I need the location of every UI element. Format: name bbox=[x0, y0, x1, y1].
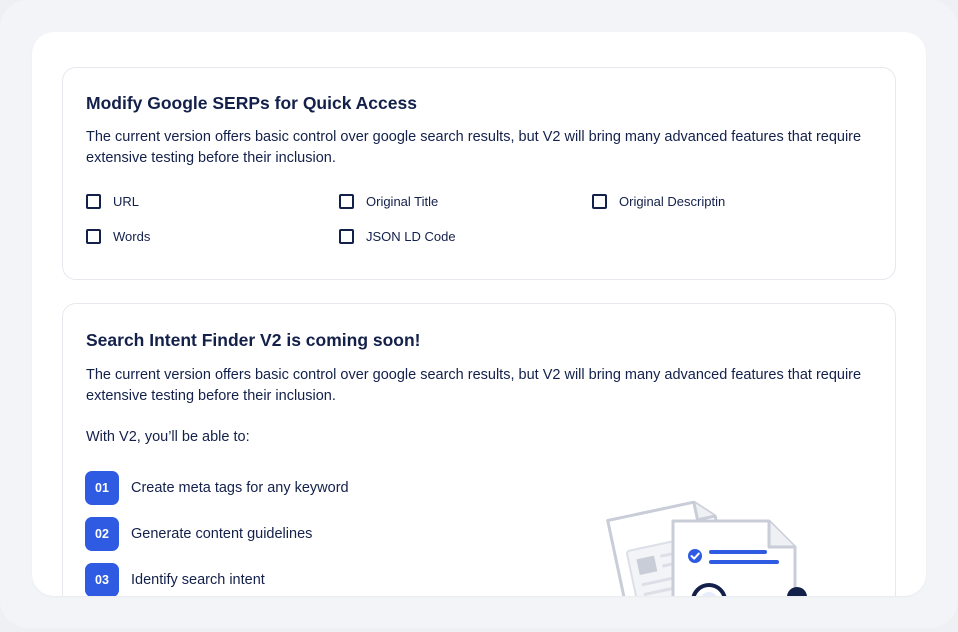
feature-text: Identify search intent bbox=[131, 572, 265, 588]
feature-item: 03 Identify search intent bbox=[85, 563, 265, 596]
option-url[interactable]: URL bbox=[86, 194, 339, 209]
option-label: Original Descriptin bbox=[619, 194, 726, 209]
original-title-checkbox[interactable] bbox=[339, 194, 354, 209]
url-checkbox[interactable] bbox=[86, 194, 101, 209]
serp-card-description: The current version offers basic control… bbox=[86, 129, 862, 166]
checkbox-row: URL Original Title Original Descriptin bbox=[86, 194, 845, 209]
option-words[interactable]: Words bbox=[86, 229, 339, 244]
option-label: JSON LD Code bbox=[366, 229, 456, 244]
option-original-title[interactable]: Original Title bbox=[339, 194, 592, 209]
checkbox-row: Words JSON LD Code bbox=[86, 229, 592, 244]
main-panel: Modify Google SERPs for Quick Access The… bbox=[32, 32, 926, 596]
feature-text: Create meta tags for any keyword bbox=[131, 480, 349, 496]
intent-card-title: Search Intent Finder V2 is coming soon! bbox=[86, 330, 421, 350]
serp-settings-card: Modify Google SERPs for Quick Access The… bbox=[62, 67, 896, 280]
words-checkbox[interactable] bbox=[86, 229, 101, 244]
feature-text: Generate content guidelines bbox=[131, 526, 313, 542]
feature-item: 02 Generate content guidelines bbox=[85, 517, 312, 551]
feature-item: 01 Create meta tags for any keyword bbox=[85, 471, 349, 505]
serp-card-title: Modify Google SERPs for Quick Access bbox=[86, 93, 417, 113]
features-intro: With V2, you’ll be able to: bbox=[86, 429, 250, 445]
option-label: Words bbox=[113, 229, 151, 244]
option-label: URL bbox=[113, 194, 140, 209]
step-number-badge: 02 bbox=[85, 517, 119, 551]
intent-card-description: The current version offers basic control… bbox=[86, 367, 862, 404]
option-label: Original Title bbox=[366, 194, 439, 209]
original-description-checkbox[interactable] bbox=[592, 194, 607, 209]
documents-checklist-illustration-icon bbox=[606, 500, 807, 596]
app-background: Modify Google SERPs for Quick Access The… bbox=[0, 0, 958, 628]
option-original-description[interactable]: Original Descriptin bbox=[592, 194, 845, 209]
step-number-badge: 03 bbox=[85, 563, 119, 596]
json-ld-code-checkbox[interactable] bbox=[339, 229, 354, 244]
intent-finder-card: Search Intent Finder V2 is coming soon! … bbox=[62, 303, 896, 596]
option-json-ld-code[interactable]: JSON LD Code bbox=[339, 229, 592, 244]
step-number-badge: 01 bbox=[85, 471, 119, 505]
